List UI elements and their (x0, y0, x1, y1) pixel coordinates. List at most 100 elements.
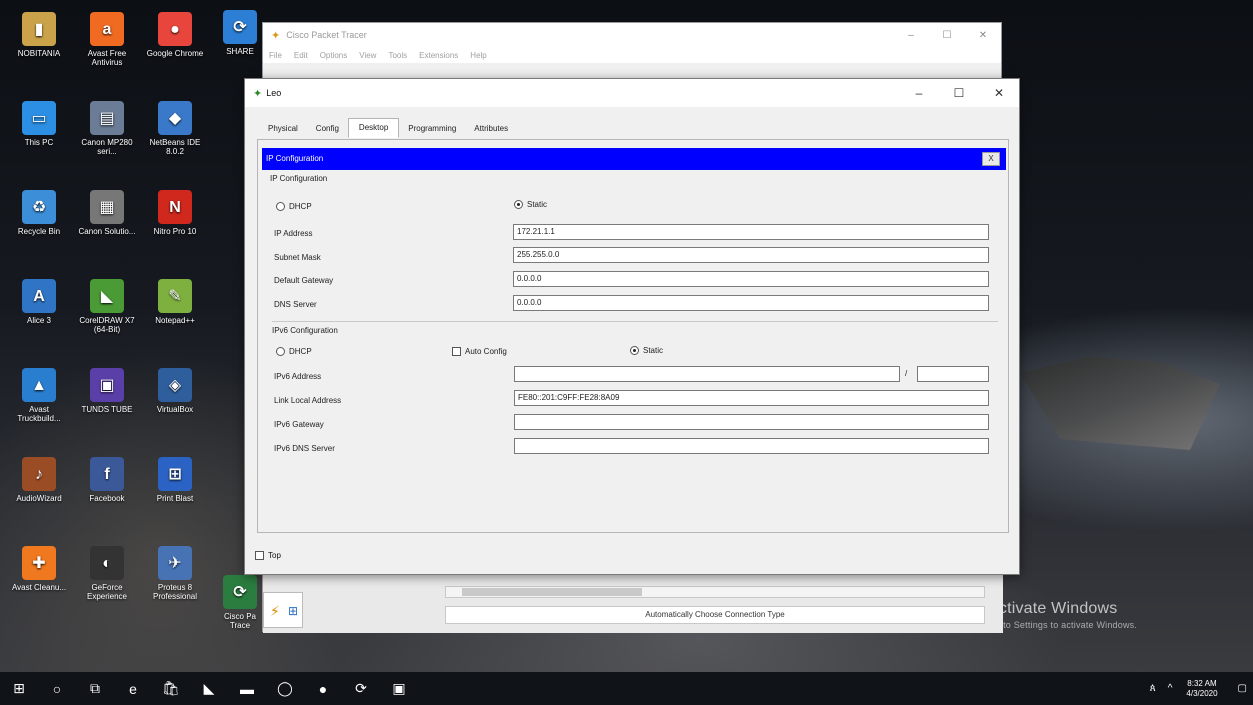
desktop-icon[interactable]: ▮ NOBITANIA (10, 12, 68, 58)
desktop-icon-label: Google Chrome (146, 49, 204, 58)
desktop-icon[interactable]: ● Google Chrome (146, 12, 204, 58)
ipv6-address-field[interactable] (514, 366, 900, 382)
tab-config[interactable]: Config (307, 120, 348, 138)
desktop-icon-cisco[interactable]: ⟳ Cisco Pa Trace (218, 575, 262, 630)
ipv4-dhcp-radio[interactable]: DHCP (276, 202, 312, 211)
canon-icon: ▦ (90, 190, 124, 224)
pt-maximize-button[interactable]: ☐ (929, 30, 965, 41)
search-icon[interactable]: ○ (38, 672, 76, 705)
coreldraw-taskbar-icon[interactable]: ◣ (190, 672, 228, 705)
desktop-icon[interactable]: N Nitro Pro 10 (146, 190, 204, 236)
dialog-close-button[interactable]: ✕ (979, 86, 1019, 100)
people-icon[interactable]: ጰ (1150, 683, 1156, 694)
desktop-icon-label: Print Blast (156, 494, 194, 503)
ipv6-auto-config-checkbox[interactable]: Auto Config (452, 347, 507, 356)
menu-view[interactable]: View (359, 51, 376, 60)
desktop-icon[interactable]: ▣ TUNDS TUBE (78, 368, 136, 414)
chevron-up-icon[interactable]: ^ (1168, 683, 1173, 694)
ip-configuration-close-button[interactable]: X (982, 152, 1000, 166)
edge-icon[interactable]: e (114, 672, 152, 705)
dns-server-field[interactable]: 0.0.0.0 (513, 295, 989, 311)
desktop-icon[interactable]: ✎ Notepad++ (146, 279, 204, 325)
task-view-icon[interactable]: ⧉ (76, 672, 114, 705)
opera-icon[interactable]: ◯ (266, 672, 304, 705)
desktop-icon[interactable]: A Alice 3 (10, 279, 68, 325)
desktop-icon-label: Avast Truckbuild... (17, 405, 61, 423)
desktop-icon-label: NetBeans IDE 8.0.2 (149, 138, 201, 156)
desktop-icon-share[interactable]: ⟳ SHARE (218, 10, 262, 56)
top-checkbox[interactable]: Top (255, 551, 281, 560)
desktop-icon[interactable]: ▤ Canon MP280 seri... (78, 101, 136, 156)
desktop-icon[interactable]: ✈ Proteus 8 Professional (146, 546, 204, 601)
desktop-icon[interactable]: ▲ Avast Truckbuild... (10, 368, 68, 423)
notification-icon[interactable]: ▢ (1238, 683, 1247, 694)
desktop-icon[interactable]: ◆ NetBeans IDE 8.0.2 (146, 101, 204, 156)
desktop-icon[interactable]: ◈ VirtualBox (146, 368, 204, 414)
menu-help[interactable]: Help (470, 51, 486, 60)
ipv4-static-radio[interactable]: Static (514, 200, 547, 209)
pt-close-button[interactable]: ✕ (965, 30, 1001, 41)
section-divider (272, 321, 998, 322)
store-icon[interactable]: 🛍 (152, 672, 190, 705)
packet-tracer-taskbar-icon[interactable]: ⟳ (342, 672, 380, 705)
app-icon: ⊞ (158, 457, 192, 491)
tab-attributes[interactable]: Attributes (465, 120, 517, 138)
desktop-icon-label: NOBITANIA (17, 49, 61, 58)
ipv6-prefix-field[interactable] (917, 366, 989, 382)
ipv6-dns-server-label: IPv6 DNS Server (274, 444, 335, 453)
desktop-icon[interactable]: ▦ Canon Solutio... (78, 190, 136, 236)
subnet-mask-field[interactable]: 255.255.0.0 (513, 247, 989, 263)
windows-start-icon[interactable]: ⊞ (0, 672, 38, 705)
virtualbox-icon: ◈ (158, 368, 192, 402)
device-type-selector[interactable]: ⚡ ⊞ (263, 592, 303, 628)
desktop-icon-label: Canon MP280 seri... (81, 138, 133, 156)
pt-minimize-button[interactable]: – (893, 30, 929, 41)
default-gateway-field[interactable]: 0.0.0.0 (513, 271, 989, 287)
desktop-icon[interactable]: ◐ GeForce Experience (78, 546, 136, 601)
file-explorer-icon[interactable]: ▬ (228, 672, 266, 705)
desktop-icon[interactable]: ✚ Avast Cleanu... (10, 546, 68, 592)
dialog-minimize-button[interactable]: – (899, 86, 939, 100)
cisco-icon: ⟳ (223, 575, 257, 609)
geforce-icon: ◐ (90, 546, 124, 580)
tab-desktop[interactable]: Desktop (347, 118, 400, 138)
radio-circle (276, 202, 285, 211)
desktop-icon-label: Nitro Pro 10 (153, 227, 197, 236)
dns-server-label: DNS Server (274, 300, 317, 309)
desktop-icon[interactable]: ▭ This PC (10, 101, 68, 147)
ipv6-static-radio[interactable]: Static (630, 346, 663, 355)
desktop-icon[interactable]: ⊞ Print Blast (146, 457, 204, 503)
desktop-icon-label: Avast Free Antivirus (87, 49, 127, 67)
ip-address-field[interactable]: 172.21.1.1 (513, 224, 989, 240)
menu-extensions[interactable]: Extensions (419, 51, 458, 60)
horizontal-scrollbar[interactable] (445, 586, 985, 598)
desktop-icon[interactable]: f Facebook (78, 457, 136, 503)
app-icon: ▣ (90, 368, 124, 402)
desktop-icon[interactable]: a Avast Free Antivirus (78, 12, 136, 67)
desktop-icon[interactable]: ◣ CorelDRAW X7 (64-Bit) (78, 279, 136, 334)
tab-programming[interactable]: Programming (399, 120, 465, 138)
menu-file[interactable]: File (269, 51, 282, 60)
menu-options[interactable]: Options (320, 51, 348, 60)
dialog-maximize-button[interactable]: ☐ (939, 86, 979, 100)
ipv6-dhcp-radio[interactable]: DHCP (276, 347, 312, 356)
desktop-icon[interactable]: ♪ AudioWizard (10, 457, 68, 503)
desktop-icon[interactable]: ♻ Recycle Bin (10, 190, 68, 236)
clock[interactable]: 8:32 AM 4/3/2020 (1186, 679, 1217, 699)
grid-icon: ⊞ (288, 604, 299, 618)
tab-physical[interactable]: Physical (259, 120, 307, 138)
ipv6-gateway-field[interactable] (514, 414, 989, 430)
ipv6-address-label: IPv6 Address (274, 372, 322, 381)
packet-tracer-titlebar: ✦ Cisco Packet Tracer – ☐ ✕ (263, 23, 1001, 47)
proteus-icon: ✈ (158, 546, 192, 580)
app-taskbar-icon[interactable]: ▣ (380, 672, 418, 705)
desktop-icon-label: GeForce Experience (86, 583, 128, 601)
chrome-taskbar-icon[interactable]: ● (304, 672, 342, 705)
ipv6-dns-server-field[interactable] (514, 438, 989, 454)
ipv4-section-label: IP Configuration (270, 174, 328, 183)
netbeans-icon: ◆ (158, 101, 192, 135)
desktop-icon-label: This PC (24, 138, 54, 147)
link-local-address-field[interactable]: FE80::201:C9FF:FE28:8A09 (514, 390, 989, 406)
menu-edit[interactable]: Edit (294, 51, 308, 60)
menu-tools[interactable]: Tools (388, 51, 407, 60)
